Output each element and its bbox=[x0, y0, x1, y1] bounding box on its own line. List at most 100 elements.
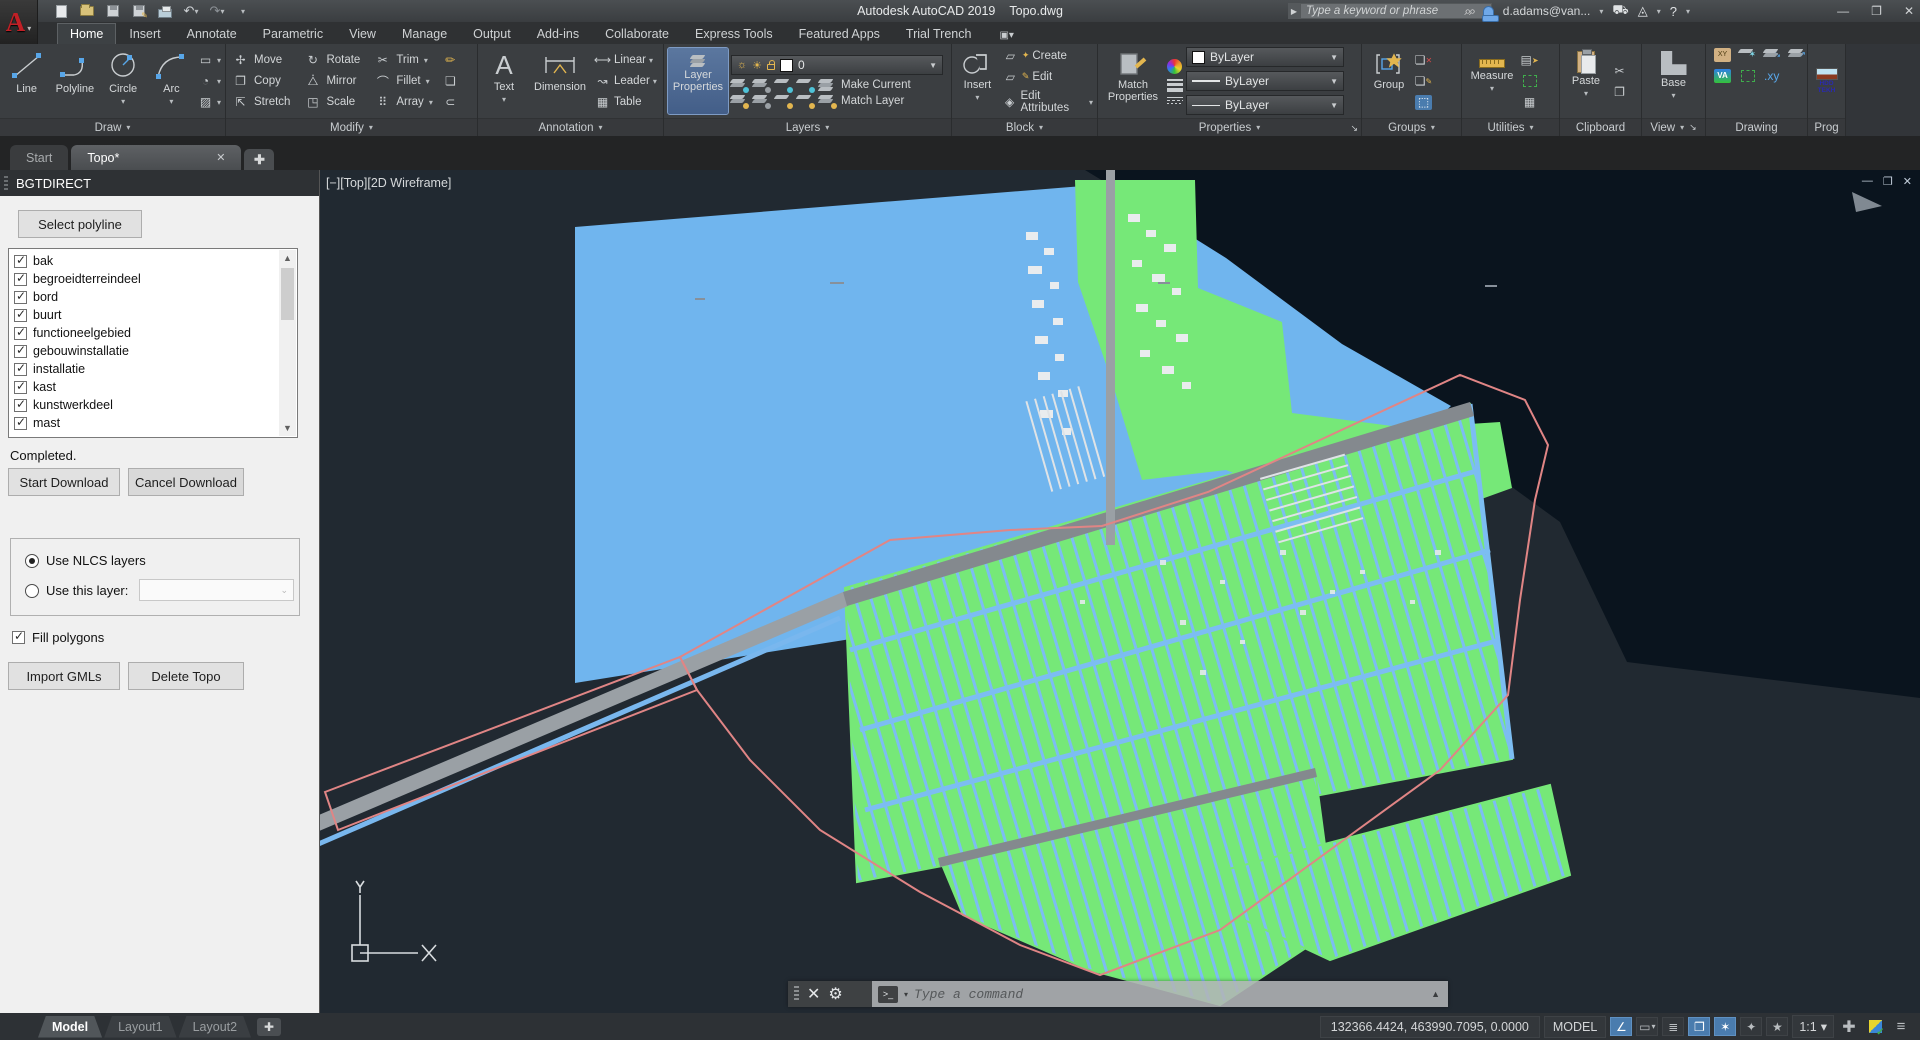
object-snap-tracking-icon[interactable]: ✦ bbox=[1740, 1017, 1762, 1036]
viewport-controls-label[interactable]: [−][Top][2D Wireframe] bbox=[326, 176, 451, 190]
command-history-icon[interactable]: ▲ bbox=[1431, 989, 1442, 999]
edit-attributes-button[interactable]: ◈Edit Attributes▾ bbox=[1002, 90, 1093, 114]
group-edit-button[interactable]: ❏✎ bbox=[1415, 74, 1432, 89]
scroll-up-icon[interactable]: ▲ bbox=[279, 250, 296, 266]
xy-clipboard-icon[interactable]: XY bbox=[1714, 48, 1731, 62]
arc-tool-button[interactable]: Arc ▾ bbox=[149, 48, 194, 114]
trim-tool-button[interactable]: ✂Trim▾ bbox=[372, 52, 435, 69]
hatch-tool-button[interactable]: ▨▾ bbox=[197, 95, 221, 110]
view-panel-title[interactable]: View▾↘ bbox=[1642, 118, 1705, 136]
erase-tool-button[interactable]: ✏ bbox=[442, 53, 459, 68]
layer-on-icon[interactable] bbox=[731, 95, 746, 107]
search-input[interactable] bbox=[1300, 3, 1492, 19]
ortho-mode-icon[interactable]: ∠ bbox=[1610, 1017, 1632, 1036]
new-file-button[interactable] bbox=[52, 3, 70, 19]
file-tab-topo[interactable]: Topo*✕ bbox=[71, 145, 241, 170]
chevron-down-icon[interactable]: ▾ bbox=[1599, 7, 1603, 16]
panel-grip-icon[interactable] bbox=[4, 176, 8, 190]
command-bar[interactable]: ✕ ⚙ >_ ▾ ▲ bbox=[788, 981, 1448, 1007]
base-view-button[interactable]: Base ▾ bbox=[1651, 48, 1697, 114]
group-selection-toggle[interactable]: ⬚ bbox=[1415, 95, 1432, 110]
open-button[interactable] bbox=[78, 3, 96, 19]
tab-parametric[interactable]: Parametric bbox=[251, 24, 335, 44]
use-nlcs-layers-option[interactable]: Use NLCS layers bbox=[25, 553, 146, 568]
layer-select-dropdown[interactable]: ☼ ☀ 0 ▼ bbox=[731, 55, 943, 75]
bgtdirect-panel-header[interactable]: BGTDIRECT bbox=[0, 170, 319, 196]
search-icon[interactable]: ⌕⌕ bbox=[1464, 4, 1473, 19]
checkbox-checked[interactable] bbox=[14, 417, 27, 430]
object-snap-icon[interactable]: ✶ bbox=[1714, 1017, 1736, 1036]
tab-home[interactable]: Home bbox=[58, 24, 115, 44]
match-layer-button[interactable]: Match Layer bbox=[841, 95, 904, 107]
rotate-tool-button[interactable]: ↻Rotate bbox=[302, 52, 362, 69]
save-button[interactable] bbox=[104, 3, 122, 19]
checkbox-checked[interactable] bbox=[14, 345, 27, 358]
minimize-button[interactable]: — bbox=[1837, 4, 1849, 18]
drag-grip-icon[interactable] bbox=[794, 986, 799, 1002]
layout2-tab[interactable]: Layout2 bbox=[179, 1016, 251, 1038]
rectangle-tool-button[interactable]: ▭▾ bbox=[197, 53, 221, 68]
ellipse-tool-button[interactable]: ◔▾ bbox=[197, 74, 221, 89]
text-tool-button[interactable]: A Text ▾ bbox=[482, 48, 526, 114]
start-download-button[interactable]: Start Download bbox=[8, 468, 120, 496]
line-tool-button[interactable]: Line bbox=[4, 48, 49, 114]
checkbox-checked[interactable] bbox=[14, 381, 27, 394]
close-command-icon[interactable]: ✕ bbox=[807, 984, 820, 1004]
scale-tool-button[interactable]: ◳Scale bbox=[302, 94, 362, 111]
hddtekh-plugin-button[interactable]: HDD TEKH bbox=[1815, 68, 1839, 94]
stretch-tool-button[interactable]: ⇱Stretch bbox=[230, 94, 292, 111]
tab-manage[interactable]: Manage bbox=[390, 24, 459, 44]
cancel-download-button[interactable]: Cancel Download bbox=[128, 468, 244, 496]
scrollbar-thumb[interactable] bbox=[281, 268, 294, 320]
customize-wrench-icon[interactable]: ⚙ bbox=[828, 984, 842, 1004]
plot-button[interactable] bbox=[156, 3, 174, 19]
layer-properties-button[interactable]: Layer Properties bbox=[668, 48, 728, 114]
checkbox-checked[interactable] bbox=[14, 399, 27, 412]
layers-panel-title[interactable]: Layers▾ bbox=[664, 118, 951, 136]
linetype-dropdown[interactable]: ByLayer▼ bbox=[1186, 95, 1344, 115]
autodesk-account-icon[interactable]: ◬ bbox=[1638, 3, 1648, 19]
user-avatar-icon[interactable] bbox=[1483, 6, 1494, 17]
signed-in-user[interactable]: d.adams@van... bbox=[1503, 4, 1591, 18]
vp-minimize-button[interactable]: — bbox=[1862, 175, 1873, 188]
lineweight-dropdown[interactable]: ByLayer▼ bbox=[1186, 71, 1344, 91]
layer-arrow-down-icon[interactable]: ↘ bbox=[1764, 47, 1781, 62]
nlcs-va-icon[interactable]: VA bbox=[1714, 69, 1731, 83]
clean-screen-icon[interactable]: ✚ bbox=[1838, 1017, 1860, 1036]
dimension-tool-button[interactable]: Dimension bbox=[529, 48, 591, 114]
layer-isolate-icon[interactable] bbox=[731, 79, 746, 91]
copy-tool-button[interactable]: ❐Copy bbox=[230, 73, 292, 90]
match-layer-icon[interactable] bbox=[819, 95, 834, 107]
isolate-objects-icon[interactable] bbox=[1864, 1017, 1886, 1036]
clipboard-panel-title[interactable]: Clipboard bbox=[1560, 118, 1641, 136]
new-layout-button[interactable]: ✚ bbox=[257, 1018, 281, 1036]
checkbox-checked[interactable] bbox=[12, 631, 25, 644]
drawing-panel-title[interactable]: Drawing bbox=[1706, 118, 1807, 136]
prog-panel-title[interactable]: Prog bbox=[1808, 118, 1845, 136]
quick-select-button[interactable]: ▤➤ bbox=[1521, 53, 1538, 68]
ribbon-collapse-icon[interactable]: ▣▾ bbox=[999, 30, 1013, 41]
layout1-tab[interactable]: Layout1 bbox=[104, 1016, 176, 1038]
restore-button[interactable]: ❐ bbox=[1871, 4, 1882, 18]
tab-annotate[interactable]: Annotate bbox=[175, 24, 249, 44]
tab-insert[interactable]: Insert bbox=[117, 24, 172, 44]
undo-button[interactable]: ↶▾ bbox=[182, 3, 200, 19]
leader-button[interactable]: ↝Leader▾ bbox=[594, 74, 657, 89]
select-similar-button[interactable] bbox=[1521, 74, 1538, 89]
import-gmls-button[interactable]: Import GMLs bbox=[8, 662, 120, 690]
layer-name-dropdown[interactable]: ⌄ bbox=[139, 579, 294, 601]
fillet-tool-button[interactable]: ⌒Fillet▾ bbox=[372, 73, 435, 90]
measure-button[interactable]: Measure ▾ bbox=[1466, 48, 1518, 114]
radio-selected[interactable] bbox=[25, 554, 39, 568]
3d-object-snap-icon[interactable]: ★ bbox=[1766, 1017, 1788, 1036]
layer-checkbox-list[interactable]: bak begroeidterreindeel bord buurt funct… bbox=[8, 248, 298, 438]
edit-block-button[interactable]: ▱✎Edit bbox=[1002, 69, 1052, 84]
save-as-button[interactable] bbox=[130, 3, 148, 19]
select-polyline-button[interactable]: Select polyline bbox=[18, 210, 142, 238]
layer-thaw-icon[interactable] bbox=[753, 95, 768, 107]
list-scrollbar[interactable]: ▲ ▼ bbox=[279, 250, 296, 436]
radio-unselected[interactable] bbox=[25, 584, 39, 598]
tab-output[interactable]: Output bbox=[461, 24, 523, 44]
color-wheel-icon[interactable] bbox=[1167, 59, 1182, 74]
layer-unlock-icon[interactable] bbox=[775, 95, 790, 107]
